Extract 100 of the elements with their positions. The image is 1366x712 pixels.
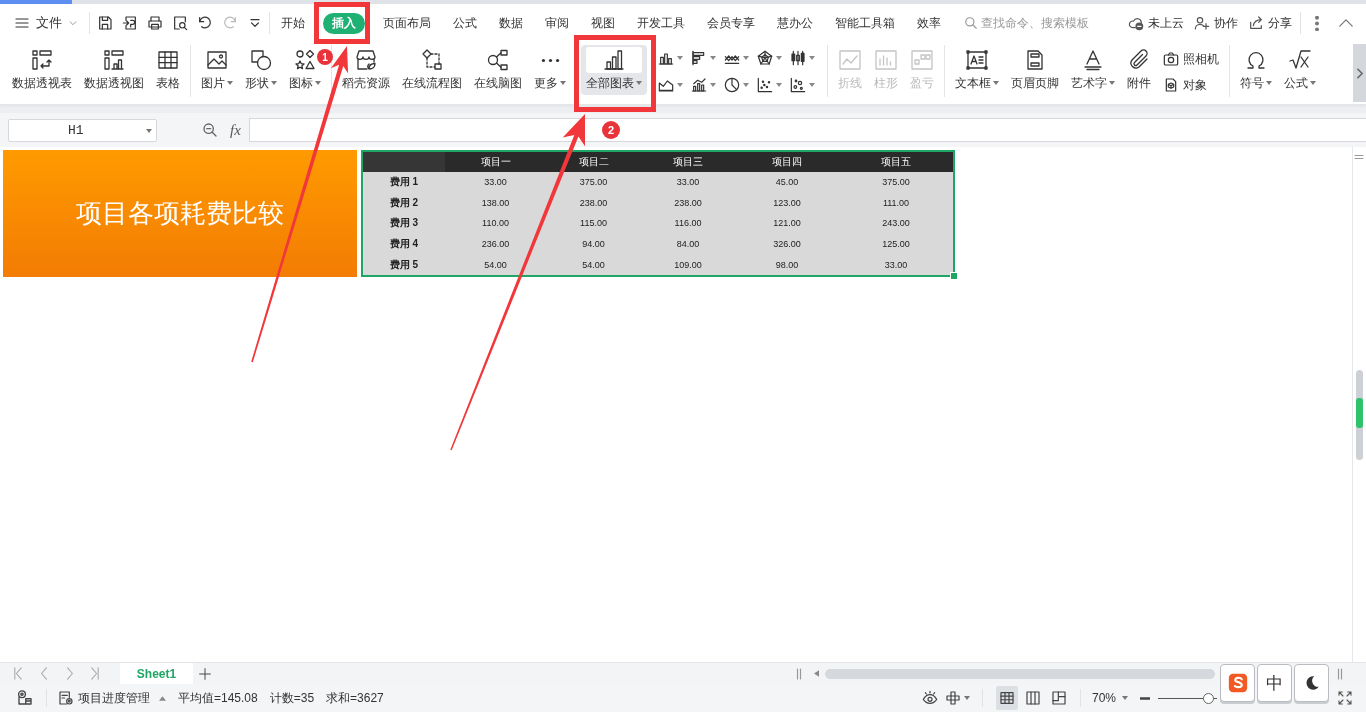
save-icon[interactable] [97,15,113,31]
ribbon-tab[interactable]: 会员专享 [698,12,764,34]
add-sheet-icon[interactable] [199,667,211,680]
page-break-view-icon [1024,690,1041,706]
bubble-chart-icon [790,77,806,93]
ribbon-tab[interactable]: 开发工具 [628,12,694,34]
menu-icon [14,15,30,31]
column-header: 项目五 [839,152,953,172]
ribbon-button[interactable]: 对象 [1163,76,1219,94]
zoom-slider-thumb[interactable] [1202,692,1214,704]
ime-logo-icon [1227,673,1248,693]
ribbon-button[interactable]: 公式 [1278,45,1322,95]
search-field[interactable]: 查找命令、搜索模板 [981,14,1093,32]
cross-shape-icon[interactable] [944,690,961,706]
document-settings-icon[interactable] [58,690,74,706]
ribbon-button[interactable]: 数据透视图 [78,45,150,95]
file-menu[interactable]: 文件 [14,11,78,35]
ribbon-button[interactable]: 在线脑图 [468,45,528,95]
caret-icon [776,56,782,60]
ribbon-button[interactable]: 文本框 [949,45,1005,95]
ribbon-button[interactable]: 在线流程图 [396,45,468,95]
ribbon-button[interactable]: 稻壳资源 [336,45,396,95]
split-handle-icon[interactable] [1354,154,1364,160]
ribbon-button[interactable]: 全部图表 [581,45,647,95]
column-header: 项目一 [445,152,546,172]
search-icon [964,16,978,30]
minus-icon[interactable] [1140,696,1150,700]
header-action-button[interactable]: 协作 [1194,14,1238,32]
table-cell-text: 33.00 [675,176,701,190]
name-box[interactable]: H1 [8,118,157,142]
function-label[interactable]: fx [230,121,241,139]
cube-document-icon [1163,77,1179,93]
table-cell-text: 115.00 [579,217,608,231]
ribbon-tab[interactable]: 慧办公 [768,12,822,34]
ribbon-button[interactable]: 附件 [1121,45,1157,95]
print-icon[interactable] [147,15,163,31]
ribbon-tab[interactable]: 视图 [582,12,624,34]
mind-map-icon [486,48,510,72]
formula-input[interactable] [248,118,1366,142]
ribbon-scroll-button[interactable] [1353,44,1366,102]
input-method-button[interactable]: 中 [1257,664,1292,702]
zoom-level-text[interactable]: 70% [1091,691,1116,705]
ribbon-button[interactable]: 艺术字 [1065,45,1121,95]
more-icon [540,57,560,63]
row-header: 费用 5 [388,257,420,272]
ribbon-button[interactable]: 照相机 [1163,50,1219,68]
header-action-button[interactable]: 未上云 [1128,14,1184,32]
add-person-icon [1194,15,1210,31]
ribbon-button[interactable]: 数据透视表 [6,45,78,95]
input-method-button[interactable] [1220,664,1255,702]
ribbon-tab[interactable]: 审阅 [536,12,578,34]
highlight-frame [314,2,370,44]
ribbon-button[interactable]: 表格 [150,45,186,95]
table-cell-text: 116.00 [673,217,703,231]
document-name[interactable]: 项目进度管理 [78,689,150,707]
ribbon-tab[interactable]: 页面布局 [374,12,440,34]
export-icon[interactable] [122,15,138,31]
ribbon-button[interactable]: 图片 [195,45,239,95]
undo-icon[interactable] [197,15,213,31]
cloud-icon [1128,15,1144,31]
view-mode-button[interactable] [995,686,1018,710]
ribbon-button[interactable]: 页眉页脚 [1005,45,1065,95]
scrollbar-thumb[interactable] [825,668,1215,679]
table-cell-text: 54.00 [483,258,508,272]
column-header: 项目四 [735,152,839,172]
column-header: 项目二 [546,152,641,172]
caret-up-icon[interactable] [159,695,166,701]
eye-icon[interactable] [921,690,938,706]
header-action-button[interactable]: 分享 [1248,14,1292,32]
scroll-left-icon[interactable] [814,670,819,677]
reel-icon[interactable] [16,689,34,707]
print-preview-icon[interactable] [172,15,188,31]
chevron-right-icon [1356,67,1363,79]
ribbon-button[interactable]: 符号 [1234,45,1278,95]
caret-icon[interactable] [963,696,970,700]
scrollbar-thumb[interactable] [1356,370,1363,460]
ribbon-tab[interactable]: 效率 [908,12,950,34]
chevron-up-icon[interactable] [1339,19,1353,27]
ribbon-button[interactable]: 形状 [239,45,283,95]
split-handle-icon[interactable] [1337,667,1343,680]
ribbon-tab[interactable]: 数据 [490,12,532,34]
combo-chart-icon [691,77,707,93]
table-cell-text: 375.00 [578,176,609,190]
ribbon-tab[interactable]: 公式 [444,12,486,34]
table-cell-text: 94.00 [581,238,606,252]
table-cell-text: 84.00 [675,238,701,252]
ribbon-tab[interactable]: 智能工具箱 [826,12,904,34]
more-options-icon[interactable] [1315,15,1319,31]
scroll-indicator-icon [1356,398,1363,428]
caret-icon[interactable] [1122,696,1128,700]
caret-icon [743,83,749,87]
ribbon-tab[interactable]: 开始 [272,12,314,34]
input-method-button[interactable] [1294,664,1329,702]
page-layout-view-icon [1050,690,1067,706]
caret-icon [677,56,683,60]
magnifier-icon[interactable] [202,122,218,138]
fullscreen-icon[interactable] [1337,690,1353,706]
ribbon-button[interactable]: 更多 [528,45,572,95]
fill-handle-icon[interactable] [950,272,958,280]
split-handle-icon[interactable] [796,667,802,680]
